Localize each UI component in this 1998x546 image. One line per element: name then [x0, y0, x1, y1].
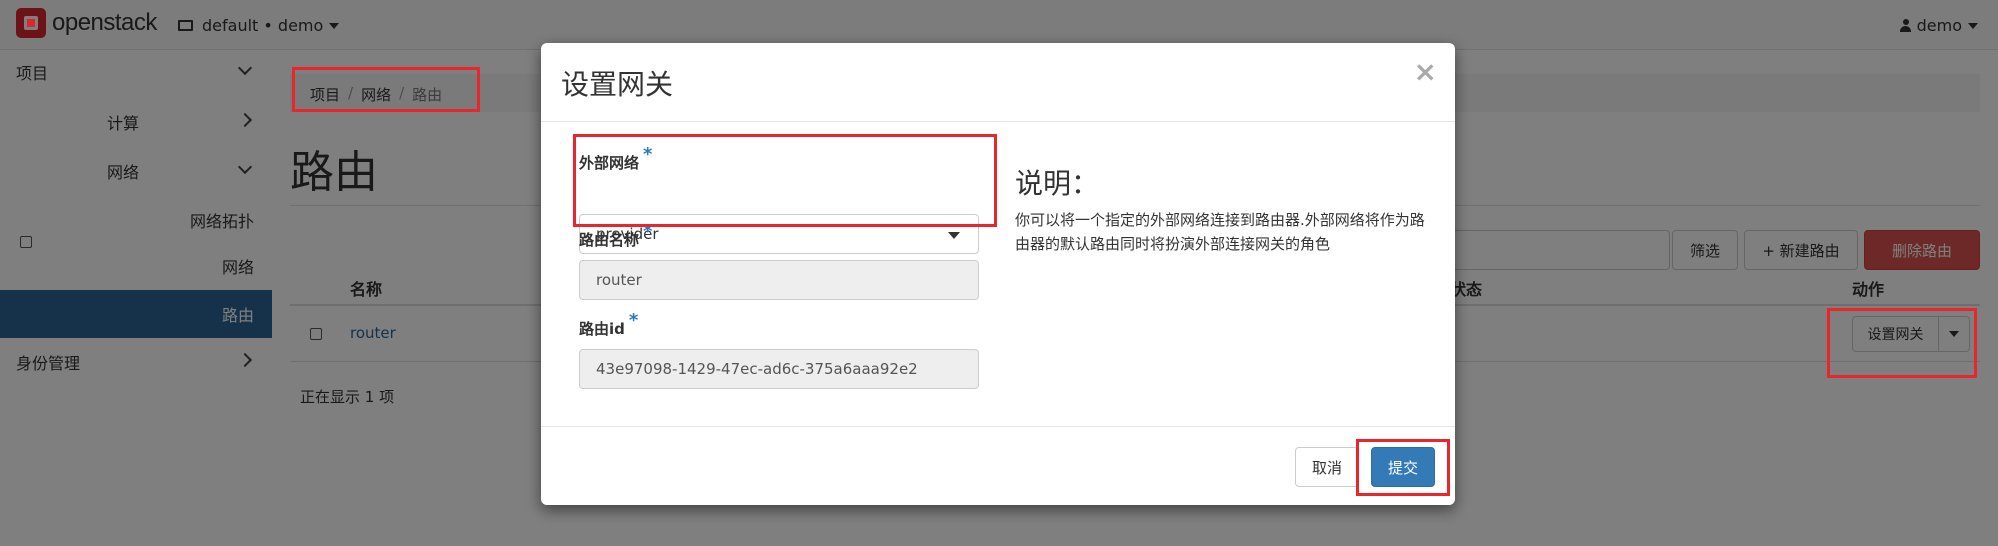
router-id-value: 43e97098-1429-47ec-ad6c-375a6aaa92e2: [596, 360, 918, 378]
router-name-label-text: 路由名称: [579, 231, 640, 249]
router-name-value: router: [596, 271, 642, 289]
router-name-label: 路由名称 *: [579, 221, 652, 250]
router-id-label-text: 路由id: [579, 320, 625, 338]
highlight-row-action: [1827, 308, 1977, 378]
highlight-breadcrumb: [292, 67, 480, 112]
modal-title: 设置网关: [561, 68, 674, 101]
highlight-external-network: [573, 134, 997, 227]
required-marker: *: [628, 310, 639, 331]
help-text: 你可以将一个指定的外部网络连接到路由器.外部网络将作为路由器的默认路由同时将扮演…: [1015, 211, 1425, 253]
router-id-label: 路由id *: [579, 310, 638, 339]
cancel-button[interactable]: 取消: [1295, 447, 1359, 487]
modal-header: 设置网关 ×: [541, 43, 1455, 122]
caret-down-icon: [948, 232, 960, 239]
modal-footer: 取消 提交: [541, 426, 1455, 505]
set-gateway-modal: 设置网关 × 外部网络 * provider 路由名称 * router 路由id *…: [541, 43, 1455, 505]
highlight-submit: [1356, 439, 1450, 496]
help-title: 说明：: [1015, 167, 1100, 200]
router-name-field[interactable]: router: [579, 260, 979, 300]
close-icon[interactable]: ×: [1414, 55, 1437, 88]
router-id-field[interactable]: 43e97098-1429-47ec-ad6c-375a6aaa92e2: [579, 349, 979, 389]
